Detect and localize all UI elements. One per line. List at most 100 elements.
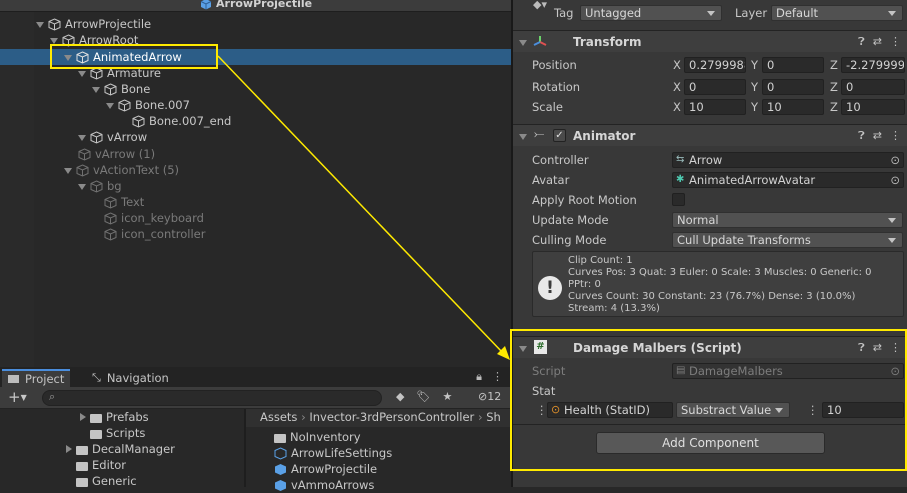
expand-arrow-icon[interactable] [64, 444, 73, 454]
scale-z-label[interactable]: Z [830, 100, 838, 114]
position-z-field[interactable]: -2.279999 [841, 57, 905, 73]
prefab-variant-icon [274, 446, 287, 460]
folder-prefabs[interactable]: Prefabs [78, 409, 149, 425]
tag-dropdown[interactable]: Untagged [580, 5, 722, 21]
position-x-field[interactable]: 0.2799988 [684, 57, 746, 73]
tree-item-vactiontext-5[interactable]: vActionText (5) [64, 162, 179, 178]
expand-arrow-icon[interactable] [78, 182, 87, 191]
culling-mode-dropdown[interactable]: Cull Update Transforms [672, 232, 903, 248]
rotation-x-label[interactable]: X [673, 80, 681, 94]
position-x-label[interactable]: X [673, 58, 681, 72]
breadcrumb-sh[interactable]: Sh [486, 410, 501, 424]
position-label: Position [532, 58, 577, 72]
expand-arrow-icon[interactable] [106, 101, 115, 110]
tree-item-icon-controller[interactable]: icon_controller [104, 226, 205, 242]
scale-y-label[interactable]: Y [751, 100, 758, 114]
prefab-cube-icon [275, 479, 286, 491]
asset-arrowlifesettings[interactable]: ArrowLifeSettings [274, 445, 392, 461]
expand-arrow-icon[interactable] [78, 69, 87, 78]
tree-item-bone[interactable]: Bone [92, 81, 150, 97]
scale-x-field[interactable]: 10 [684, 99, 746, 115]
favorite-star-icon[interactable]: ★ [442, 390, 452, 403]
scale-y-field[interactable]: 10 [762, 99, 824, 115]
lock-icon[interactable]: 🔒︎ [476, 370, 482, 384]
tree-item-text[interactable]: Text [104, 194, 144, 210]
breadcrumb-assets[interactable]: Assets [260, 410, 297, 424]
position-y-label[interactable]: Y [751, 58, 758, 72]
tab-navigation[interactable]: ⤡ Navigation [86, 369, 175, 387]
breadcrumb-invector[interactable]: Invector-3rdPersonController [309, 410, 474, 424]
enabled-checkbox[interactable]: ✓ [553, 129, 566, 142]
folder-icon [8, 375, 19, 383]
expand-arrow-icon[interactable] [78, 412, 87, 422]
collapse-arrow-icon[interactable] [519, 38, 528, 47]
apply-root-motion-label: Apply Root Motion [532, 193, 637, 207]
asset-arrowprojectile[interactable]: ArrowProjectile [274, 461, 377, 477]
layer-label: Layer [735, 6, 768, 20]
avatar-label: Avatar [532, 173, 570, 187]
object-picker-icon[interactable]: ⊙ [890, 153, 900, 167]
more-options-icon[interactable]: ⋮ [492, 370, 503, 384]
folder-editor[interactable]: Editor [76, 457, 126, 473]
rotation-y-label[interactable]: Y [751, 80, 758, 94]
tag-label: Tag [554, 6, 574, 20]
animator-header[interactable]: ⤚ ✓ Animator ❓︎ ⇄ ⋮ [513, 124, 907, 146]
search-input[interactable]: ⌕ [42, 390, 382, 406]
folder-scripts[interactable]: Scripts [90, 425, 145, 441]
expand-arrow-icon[interactable] [78, 133, 87, 142]
animator-controller-icon: ⇆ [676, 154, 685, 165]
project-panel: Project ⤡ Navigation 🔒︎ ⋮ +▼ ⌕ ◆ 🏷︎ ★ ⊘12 … [0, 367, 511, 492]
update-mode-dropdown[interactable]: Normal [672, 212, 903, 228]
scale-x-label[interactable]: X [673, 100, 681, 114]
apply-root-motion-checkbox[interactable] [672, 193, 685, 206]
gameobject-cube-icon [78, 147, 91, 161]
controller-field[interactable]: ⇆ Arrow ⊙ [672, 152, 904, 168]
folder-icon [76, 445, 88, 455]
tree-item-arrowprojectile[interactable]: ArrowProjectile [36, 16, 151, 32]
avatar-figure-icon: ✱ [676, 174, 685, 185]
layer-dropdown[interactable]: Default [771, 5, 903, 21]
breadcrumb: Assets › Invector-3rdPersonController › … [246, 409, 511, 427]
hierarchy-gutter [0, 12, 34, 367]
folder-decalmanager[interactable]: DecalManager [64, 441, 175, 457]
transform-header[interactable]: Transform ❓︎ ⇄ ⋮ [513, 30, 907, 52]
culling-mode-label: Culling Mode [532, 233, 607, 247]
position-y-field[interactable]: 0 [762, 57, 824, 73]
rotation-y-field[interactable]: 0 [762, 79, 824, 95]
filter-type-icon[interactable]: ◆ [396, 390, 404, 403]
animator-title: Animator [573, 129, 636, 143]
tree-item-bone-007-end[interactable]: Bone.007_end [132, 113, 231, 129]
project-folder-tree: Prefabs Scripts DecalManager Editor Gene… [0, 409, 244, 488]
tree-item-varrow[interactable]: vArrow [78, 129, 147, 145]
tree-item-bone-007[interactable]: Bone.007 [106, 97, 190, 113]
tree-item-varrow-1[interactable]: vArrow (1) [78, 146, 155, 162]
expand-arrow-icon[interactable] [92, 85, 101, 94]
create-plus-button[interactable]: +▼ [8, 388, 27, 406]
collapse-arrow-icon[interactable] [519, 132, 528, 141]
expand-arrow-icon[interactable] [36, 20, 45, 29]
object-picker-icon[interactable]: ⊙ [890, 173, 900, 187]
tab-project[interactable]: Project [2, 369, 71, 387]
hidden-count[interactable]: ⊘12 [478, 390, 501, 403]
rotation-z-label[interactable]: Z [830, 80, 838, 94]
presets-icon[interactable]: ⇄ [873, 129, 882, 143]
rotation-z-field[interactable]: 0 [841, 79, 905, 95]
context-menu-icon[interactable]: ⋮ [890, 35, 901, 49]
tree-item-icon-keyboard[interactable]: icon_keyboard [104, 210, 204, 226]
asset-vammoarrows[interactable]: vAmmoArrows [274, 477, 374, 493]
scale-z-field[interactable]: 10 [841, 99, 905, 115]
scale-label: Scale [532, 100, 563, 114]
rotation-x-field[interactable]: 0 [684, 79, 746, 95]
gameobject-cube-icon [104, 82, 117, 96]
presets-icon[interactable]: ⇄ [873, 35, 882, 49]
asset-noinventory[interactable]: NoInventory [274, 429, 361, 445]
filter-label-icon[interactable]: 🏷︎ [416, 390, 430, 403]
avatar-field[interactable]: ✱ AnimatedArrowAvatar ⊙ [672, 172, 904, 188]
gameobject-cube-icon [104, 195, 117, 209]
context-menu-icon[interactable]: ⋮ [890, 129, 901, 143]
help-icon[interactable]: ❓︎ [858, 129, 865, 143]
help-icon[interactable]: ❓︎ [858, 35, 865, 49]
expand-arrow-icon[interactable] [64, 166, 73, 175]
position-z-label[interactable]: Z [830, 58, 838, 72]
tree-item-bg[interactable]: bg [78, 178, 122, 194]
